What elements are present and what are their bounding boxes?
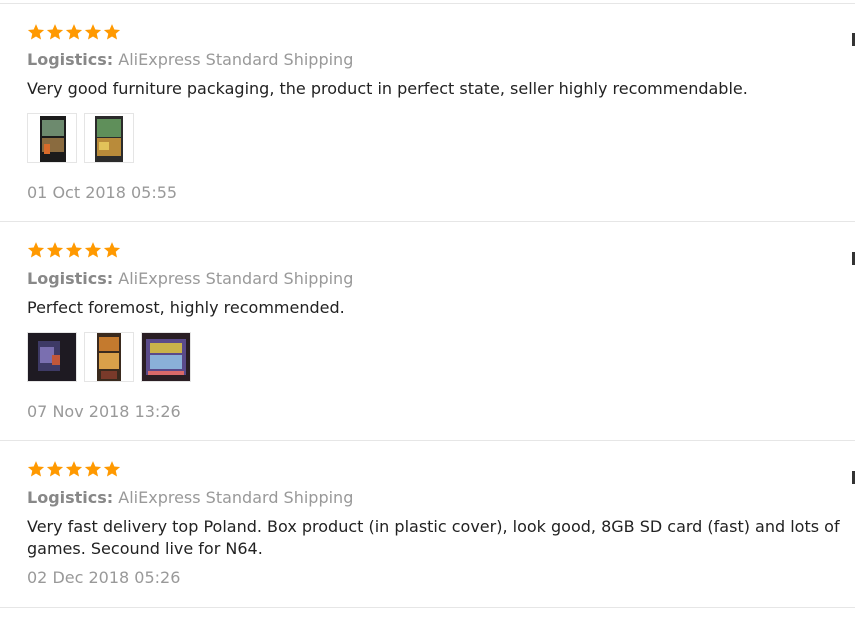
star-icon xyxy=(27,242,45,258)
review-divider xyxy=(0,607,855,608)
star-icon xyxy=(65,461,83,477)
logistics-info: Logistics: AliExpress Standard Shipping xyxy=(27,269,353,288)
star-icon xyxy=(103,461,121,477)
star-icon xyxy=(46,461,64,477)
star-icon xyxy=(84,461,102,477)
star-icon xyxy=(27,24,45,40)
review-item: Logistics: AliExpress Standard Shipping … xyxy=(0,441,855,608)
star-icon xyxy=(65,242,83,258)
review-date: 01 Oct 2018 05:55 xyxy=(27,183,178,202)
star-rating xyxy=(27,23,121,41)
review-text: Very fast delivery top Poland. Box produ… xyxy=(27,517,840,558)
star-icon xyxy=(27,461,45,477)
logistics-label: Logistics: xyxy=(27,50,114,69)
star-icon xyxy=(46,24,64,40)
review-photo[interactable] xyxy=(84,113,134,163)
review-date: 02 Dec 2018 05:26 xyxy=(27,568,181,587)
star-rating xyxy=(27,460,121,478)
star-icon xyxy=(84,242,102,258)
review-photo[interactable] xyxy=(84,332,134,382)
review-photo[interactable] xyxy=(27,113,77,163)
review-photo[interactable] xyxy=(27,332,77,382)
review-item: Logistics: AliExpress Standard Shipping … xyxy=(0,0,855,222)
star-icon xyxy=(103,242,121,258)
review-item: Logistics: AliExpress Standard Shipping … xyxy=(0,222,855,441)
review-date: 07 Nov 2018 13:26 xyxy=(27,402,181,421)
review-text: Very good furniture packaging, the produ… xyxy=(27,79,748,98)
star-icon xyxy=(84,24,102,40)
star-icon xyxy=(103,24,121,40)
logistics-value: AliExpress Standard Shipping xyxy=(118,50,354,69)
star-rating xyxy=(27,241,121,259)
logistics-info: Logistics: AliExpress Standard Shipping xyxy=(27,50,353,69)
review-photos xyxy=(27,332,191,382)
logistics-value: AliExpress Standard Shipping xyxy=(118,269,354,288)
logistics-label: Logistics: xyxy=(27,269,114,288)
review-photo[interactable] xyxy=(141,332,191,382)
review-text: Perfect foremost, highly recommended. xyxy=(27,298,345,317)
star-icon xyxy=(46,242,64,258)
star-icon xyxy=(65,24,83,40)
logistics-info: Logistics: AliExpress Standard Shipping xyxy=(27,488,353,507)
logistics-label: Logistics: xyxy=(27,488,114,507)
review-photos xyxy=(27,113,134,163)
logistics-value: AliExpress Standard Shipping xyxy=(118,488,354,507)
